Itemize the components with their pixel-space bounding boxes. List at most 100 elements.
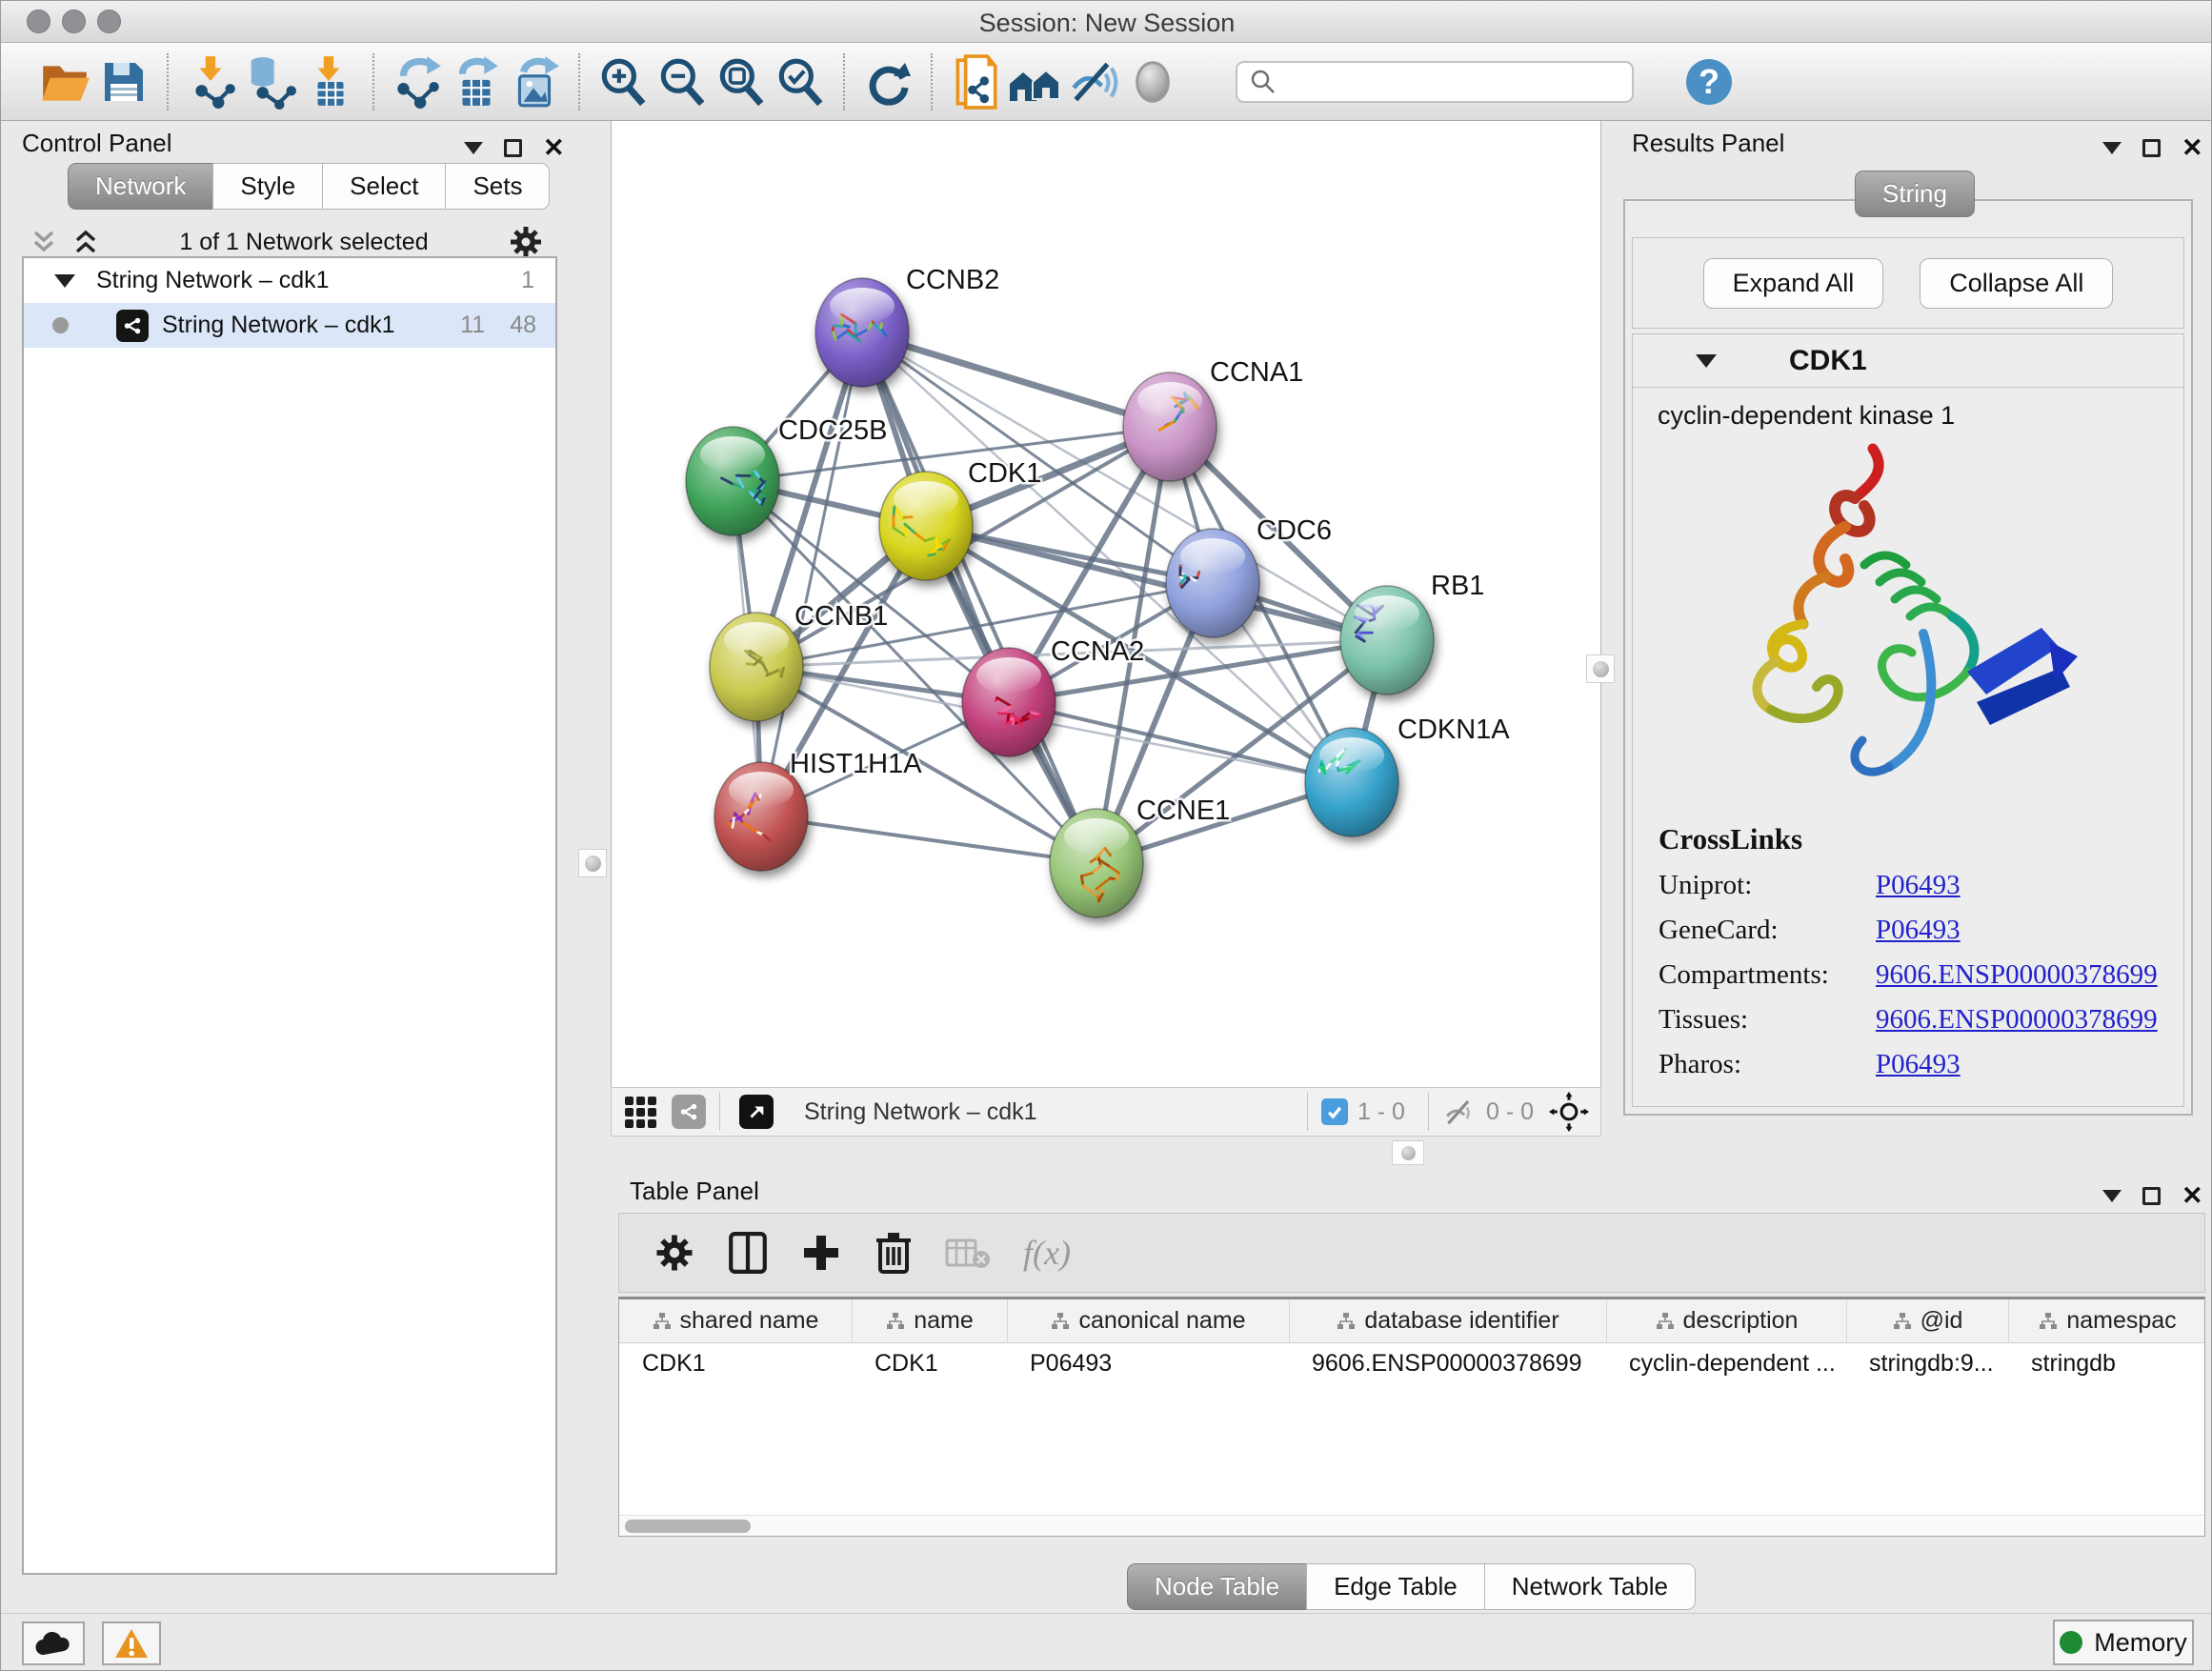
show-columns-icon[interactable] — [728, 1231, 768, 1275]
tab-select[interactable]: Select — [322, 163, 446, 210]
table-cell[interactable]: CDK1 — [619, 1343, 852, 1385]
edge-CCNA2-CDKN1A[interactable] — [1009, 702, 1352, 782]
expand-all-button[interactable]: Expand All — [1703, 258, 1884, 309]
node-CDKN1A[interactable] — [1305, 728, 1398, 836]
column-header-database-identifier[interactable]: database identifier — [1289, 1299, 1606, 1342]
node-CCNA1[interactable] — [1123, 372, 1217, 481]
table-row[interactable]: CDK1CDK1P064939606.ENSP00000378699cyclin… — [619, 1343, 2204, 1385]
tree-expander-icon[interactable] — [54, 274, 75, 288]
search-input[interactable] — [1277, 68, 1601, 96]
add-column-plus-icon[interactable] — [800, 1232, 842, 1274]
crosslink-value-link[interactable]: 9606.ENSP00000378699 — [1876, 959, 2158, 990]
panel-menu-icon[interactable] — [2102, 1190, 2122, 1202]
gear-icon[interactable] — [508, 224, 544, 260]
string-tools-icon[interactable] — [672, 1095, 706, 1129]
crosslink-value-link[interactable]: P06493 — [1876, 915, 1961, 945]
collapse-all-icon[interactable] — [30, 229, 58, 255]
node-CDC25B[interactable] — [686, 427, 779, 535]
edge-CCNB2-CCNA1[interactable] — [862, 332, 1170, 427]
collapse-all-button[interactable]: Collapse All — [1920, 258, 2113, 309]
show-graphics-details-button[interactable] — [1123, 52, 1182, 111]
memory-button[interactable]: Memory — [2053, 1620, 2194, 1665]
node-CCNE1[interactable] — [1050, 809, 1143, 917]
network-view-canvas[interactable]: CCNB2CCNA1CDC25BCDK1CDC6RB1CCNB1CCNA2CDK… — [611, 121, 1601, 1087]
import-table-button[interactable] — [300, 52, 359, 111]
node-RB1[interactable] — [1340, 586, 1434, 695]
table-cell[interactable]: cyclin-dependent ... — [1606, 1343, 1846, 1385]
network-row[interactable]: String Network – cdk1 11 48 — [24, 303, 555, 348]
export-image-button[interactable] — [506, 52, 565, 111]
crosslink-value-link[interactable]: 9606.ENSP00000378699 — [1876, 1004, 2158, 1035]
table-cell[interactable]: CDK1 — [852, 1343, 1007, 1385]
panel-float-icon[interactable] — [2142, 139, 2161, 157]
panel-close-icon[interactable]: ✕ — [2182, 138, 2203, 157]
import-network-database-button[interactable] — [241, 52, 300, 111]
expand-all-icon[interactable] — [71, 229, 100, 255]
column-header-namespac[interactable]: namespac — [2008, 1299, 2205, 1342]
node-CCNB1[interactable] — [710, 613, 803, 721]
zoom-in-button[interactable] — [593, 52, 653, 111]
node-CCNA2[interactable] — [962, 648, 1056, 756]
export-table-button[interactable] — [447, 52, 506, 111]
zoom-out-button[interactable] — [653, 52, 712, 111]
network-from-document-button[interactable] — [946, 52, 1005, 111]
network-overview-button[interactable] — [1005, 52, 1064, 111]
table-cell[interactable]: stringdb — [2008, 1343, 2205, 1385]
node-CCNB2[interactable] — [815, 278, 909, 387]
tab-string[interactable]: String — [1855, 171, 1975, 217]
pan-crosshair-icon[interactable] — [1549, 1092, 1589, 1132]
column-header-name[interactable]: name — [852, 1299, 1007, 1342]
zoom-fit-button[interactable] — [712, 52, 771, 111]
export-network-button[interactable] — [388, 52, 447, 111]
bottom-splitter-handle[interactable] — [1392, 1140, 1424, 1165]
table-cell[interactable]: 9606.ENSP00000378699 — [1289, 1343, 1606, 1385]
selected-checkbox-icon[interactable] — [1321, 1098, 1348, 1125]
table-cell[interactable]: stringdb:9... — [1846, 1343, 2008, 1385]
scrollbar-thumb[interactable] — [625, 1520, 751, 1533]
column-header-description[interactable]: description — [1606, 1299, 1846, 1342]
panel-close-icon[interactable]: ✕ — [543, 138, 565, 157]
panel-float-icon[interactable] — [504, 139, 522, 157]
birds-eye-view-icon[interactable] — [625, 1097, 656, 1128]
cloud-status-button[interactable] — [22, 1621, 85, 1665]
section-expander-icon[interactable] — [1696, 354, 1717, 368]
import-network-file-button[interactable] — [182, 52, 241, 111]
node-CDK1[interactable] — [879, 472, 973, 580]
node-table[interactable]: shared namenamecanonical namedatabase id… — [618, 1297, 2205, 1537]
right-splitter-handle[interactable] — [1586, 654, 1615, 683]
table-settings-gear-icon[interactable] — [654, 1232, 695, 1274]
table-horizontal-scrollbar[interactable] — [619, 1515, 2204, 1536]
search-field[interactable] — [1236, 61, 1634, 103]
node-CDC6[interactable] — [1166, 529, 1259, 637]
column-header-shared-name[interactable]: shared name — [619, 1299, 852, 1342]
refresh-view-button[interactable] — [858, 52, 917, 111]
save-session-button[interactable] — [94, 52, 153, 111]
tab-node-table[interactable]: Node Table — [1127, 1563, 1307, 1610]
crosslink-value-link[interactable]: P06493 — [1876, 870, 1961, 900]
hide-annotations-button[interactable] — [1064, 52, 1123, 111]
warnings-button[interactable] — [102, 1621, 161, 1665]
edge-CCNB2-CCNE1[interactable] — [862, 332, 1096, 863]
panel-float-icon[interactable] — [2142, 1187, 2161, 1205]
panel-menu-icon[interactable] — [464, 142, 483, 154]
open-session-button[interactable] — [35, 52, 94, 111]
network-collection-row[interactable]: String Network – cdk1 1 — [24, 258, 555, 303]
column-header-canonical-name[interactable]: canonical name — [1007, 1299, 1289, 1342]
crosslink-value-link[interactable]: P06493 — [1876, 1049, 1961, 1079]
column-header--id[interactable]: @id — [1846, 1299, 2008, 1342]
tab-network-table[interactable]: Network Table — [1484, 1563, 1696, 1610]
tab-style[interactable]: Style — [212, 163, 323, 210]
protein-section-header[interactable]: CDK1 — [1633, 334, 2183, 388]
edge-HIST1H1A-CCNE1[interactable] — [761, 816, 1096, 863]
zoom-selected-button[interactable] — [771, 52, 830, 111]
left-splitter-handle[interactable] — [578, 849, 607, 877]
delete-column-trash-icon[interactable] — [875, 1231, 913, 1275]
tab-network[interactable]: Network — [68, 163, 213, 210]
table-cell[interactable]: P06493 — [1007, 1343, 1289, 1385]
help-button[interactable]: ? — [1679, 52, 1739, 111]
tab-sets[interactable]: Sets — [445, 163, 550, 210]
hidden-eye-icon[interactable] — [1442, 1097, 1477, 1126]
open-in-window-icon[interactable] — [739, 1095, 774, 1129]
network-graph[interactable]: CCNB2CCNA1CDC25BCDK1CDC6RB1CCNB1CCNA2CDK… — [612, 121, 1602, 1087]
panel-menu-icon[interactable] — [2102, 142, 2122, 154]
